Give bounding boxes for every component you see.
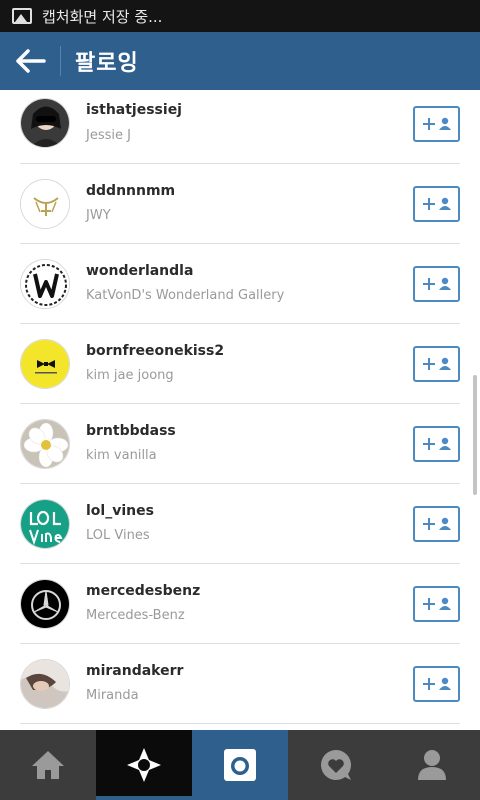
status-text: 캡처화면 저장 중... bbox=[42, 7, 163, 26]
back-button[interactable] bbox=[0, 32, 60, 90]
username[interactable]: isthatjessiej bbox=[86, 102, 182, 118]
follow-button[interactable] bbox=[413, 266, 460, 302]
username[interactable]: wonderlandla bbox=[86, 263, 193, 279]
add-person-icon bbox=[422, 597, 451, 610]
add-person-icon bbox=[422, 117, 451, 130]
app-bar: 팔로잉 bbox=[0, 32, 480, 90]
username[interactable]: mirandakerr bbox=[86, 663, 183, 679]
back-arrow-icon bbox=[16, 49, 46, 73]
list-item[interactable]: lol_vines LOL Vines bbox=[20, 484, 460, 564]
follow-button[interactable] bbox=[413, 186, 460, 222]
follow-button[interactable] bbox=[413, 506, 460, 542]
tab-profile[interactable] bbox=[384, 730, 480, 800]
add-person-icon bbox=[422, 677, 451, 690]
tab-home[interactable] bbox=[0, 730, 96, 800]
username[interactable]: mercedesbenz bbox=[86, 583, 200, 599]
username[interactable]: bornfreeonekiss2 bbox=[86, 343, 224, 359]
full-name: Miranda bbox=[86, 688, 139, 703]
follow-button[interactable] bbox=[413, 346, 460, 382]
list-item[interactable]: dddnnnmm JWY bbox=[20, 164, 460, 244]
image-icon bbox=[12, 8, 32, 24]
follow-button[interactable] bbox=[413, 426, 460, 462]
list-item[interactable]: isthatjessiej Jessie J bbox=[20, 90, 460, 164]
status-bar: 캡처화면 저장 중... bbox=[0, 0, 480, 32]
full-name: Mercedes-Benz bbox=[86, 608, 185, 623]
add-person-icon bbox=[422, 277, 451, 290]
avatar[interactable] bbox=[20, 499, 70, 549]
username[interactable]: lol_vines bbox=[86, 503, 154, 519]
username[interactable]: brntbbdass bbox=[86, 423, 176, 439]
list-item[interactable]: mirandakerr Miranda bbox=[20, 644, 460, 724]
full-name: KatVonD's Wonderland Gallery bbox=[86, 288, 285, 303]
heart-bubble-icon bbox=[321, 750, 351, 780]
follow-button[interactable] bbox=[413, 666, 460, 702]
avatar[interactable] bbox=[20, 339, 70, 389]
header-divider bbox=[60, 46, 61, 76]
tab-bar bbox=[0, 730, 480, 800]
full-name: JWY bbox=[86, 208, 111, 223]
avatar[interactable] bbox=[20, 259, 70, 309]
list-item[interactable]: bornfreeonekiss2 kim jae joong bbox=[20, 324, 460, 404]
following-list[interactable]: isthatjessiej Jessie J dddnnnmm JWY wond… bbox=[0, 90, 480, 730]
page-title: 팔로잉 bbox=[75, 51, 139, 76]
username[interactable]: dddnnnmm bbox=[86, 183, 175, 199]
avatar[interactable] bbox=[20, 179, 70, 229]
list-item[interactable]: mercedesbenz Mercedes-Benz bbox=[20, 564, 460, 644]
tab-explore[interactable] bbox=[96, 730, 192, 800]
follow-button[interactable] bbox=[413, 586, 460, 622]
camera-icon bbox=[224, 749, 256, 781]
home-icon bbox=[32, 751, 64, 779]
avatar[interactable] bbox=[20, 579, 70, 629]
full-name: kim vanilla bbox=[86, 448, 157, 463]
list-item[interactable]: wonderlandla KatVonD's Wonderland Galler… bbox=[20, 244, 460, 324]
add-person-icon bbox=[422, 517, 451, 530]
tab-camera[interactable] bbox=[192, 730, 288, 800]
add-person-icon bbox=[422, 197, 451, 210]
list-item[interactable]: brntbbdass kim vanilla bbox=[20, 404, 460, 484]
avatar[interactable] bbox=[20, 419, 70, 469]
tab-news[interactable] bbox=[288, 730, 384, 800]
full-name: Jessie J bbox=[86, 128, 131, 143]
add-person-icon bbox=[422, 437, 451, 450]
avatar[interactable] bbox=[20, 659, 70, 709]
profile-icon bbox=[418, 750, 446, 780]
scrollbar[interactable] bbox=[473, 375, 477, 495]
full-name: LOL Vines bbox=[86, 528, 150, 543]
full-name: kim jae joong bbox=[86, 368, 174, 383]
follow-button[interactable] bbox=[413, 106, 460, 142]
avatar[interactable] bbox=[20, 98, 70, 148]
add-person-icon bbox=[422, 357, 451, 370]
explore-star-icon bbox=[127, 748, 161, 782]
